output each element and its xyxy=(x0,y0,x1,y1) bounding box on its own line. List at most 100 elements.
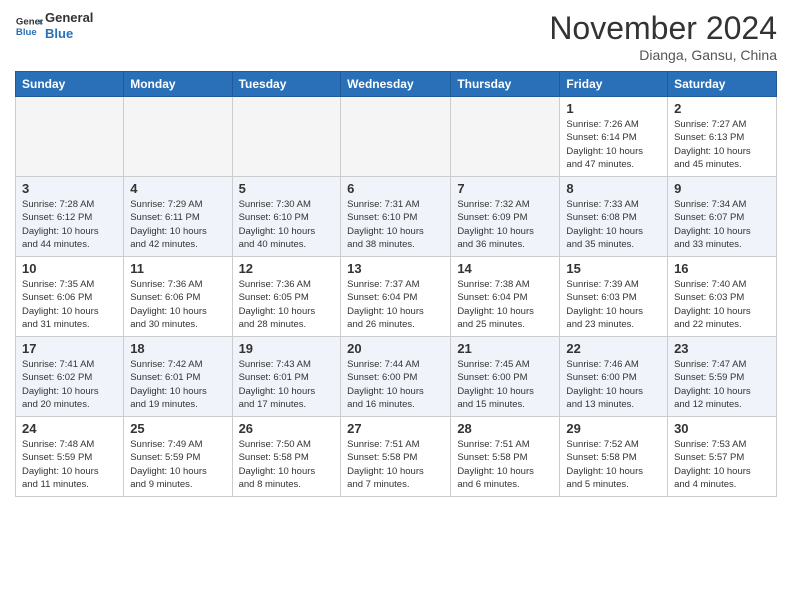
day-number: 6 xyxy=(347,181,444,196)
calendar-cell: 29 Sunrise: 7:52 AM Sunset: 5:58 PM Dayli… xyxy=(560,417,668,497)
day-info: Sunrise: 7:51 AM Sunset: 5:58 PM Dayligh… xyxy=(347,438,444,491)
calendar-cell: 9Sunrise: 7:34 AM Sunset: 6:07 PM Daylig… xyxy=(668,177,777,257)
day-number: 13 xyxy=(347,261,444,276)
calendar-cell: 27 Sunrise: 7:51 AM Sunset: 5:58 PM Dayli… xyxy=(341,417,451,497)
day-number: 15 xyxy=(566,261,661,276)
day-header-thursday: Thursday xyxy=(451,72,560,97)
day-number: 4 xyxy=(130,181,225,196)
calendar-cell: 7Sunrise: 7:32 AM Sunset: 6:09 PM Daylig… xyxy=(451,177,560,257)
day-info: Sunrise: 7:35 AM Sunset: 6:06 PM Dayligh… xyxy=(22,278,117,331)
calendar-cell: 24Sunrise: 7:48 AM Sunset: 5:59 PM Dayli… xyxy=(16,417,124,497)
day-number: 19 xyxy=(239,341,335,356)
day-number: 12 xyxy=(239,261,335,276)
calendar-cell: 19 Sunrise: 7:43 AM Sunset: 6:01 PM Dayli… xyxy=(232,337,341,417)
day-number: 5 xyxy=(239,181,335,196)
calendar-week-2: 10 Sunrise: 7:35 AM Sunset: 6:06 PM Dayli… xyxy=(16,257,777,337)
calendar-table: SundayMondayTuesdayWednesdayThursdayFrid… xyxy=(15,71,777,497)
calendar-week-3: 17 Sunrise: 7:41 AM Sunset: 6:02 PM Dayli… xyxy=(16,337,777,417)
day-number: 7 xyxy=(457,181,553,196)
calendar-cell: 17 Sunrise: 7:41 AM Sunset: 6:02 PM Dayli… xyxy=(16,337,124,417)
day-info: Sunrise: 7:50 AM Sunset: 5:58 PM Dayligh… xyxy=(239,438,335,491)
calendar-cell: 25 Sunrise: 7:49 AM Sunset: 5:59 PM Dayli… xyxy=(124,417,232,497)
day-info: Sunrise: 7:31 AM Sunset: 6:10 PM Dayligh… xyxy=(347,198,444,251)
calendar-header-row: SundayMondayTuesdayWednesdayThursdayFrid… xyxy=(16,72,777,97)
day-number: 2 xyxy=(674,101,770,116)
day-number: 11 xyxy=(130,261,225,276)
calendar-week-1: 3 Sunrise: 7:28 AM Sunset: 6:12 PM Daylig… xyxy=(16,177,777,257)
calendar-cell: 1 Sunrise: 7:26 AM Sunset: 6:14 PM Daylig… xyxy=(560,97,668,177)
day-number: 20 xyxy=(347,341,444,356)
logo-general: General xyxy=(45,10,93,26)
calendar-cell: 21Sunrise: 7:45 AM Sunset: 6:00 PM Dayli… xyxy=(451,337,560,417)
day-number: 30 xyxy=(674,421,770,436)
calendar-cell xyxy=(232,97,341,177)
calendar-cell: 6 Sunrise: 7:31 AM Sunset: 6:10 PM Daylig… xyxy=(341,177,451,257)
calendar-cell: 14 Sunrise: 7:38 AM Sunset: 6:04 PM Dayli… xyxy=(451,257,560,337)
day-number: 26 xyxy=(239,421,335,436)
day-info: Sunrise: 7:43 AM Sunset: 6:01 PM Dayligh… xyxy=(239,358,335,411)
day-number: 10 xyxy=(22,261,117,276)
calendar-cell: 23Sunrise: 7:47 AM Sunset: 5:59 PM Dayli… xyxy=(668,337,777,417)
calendar-cell: 26 Sunrise: 7:50 AM Sunset: 5:58 PM Dayli… xyxy=(232,417,341,497)
day-info: Sunrise: 7:30 AM Sunset: 6:10 PM Dayligh… xyxy=(239,198,335,251)
calendar-cell: 20 Sunrise: 7:44 AM Sunset: 6:00 PM Dayli… xyxy=(341,337,451,417)
logo-blue: Blue xyxy=(45,26,93,42)
day-header-wednesday: Wednesday xyxy=(341,72,451,97)
day-number: 22 xyxy=(566,341,661,356)
calendar-cell: 2 Sunrise: 7:27 AM Sunset: 6:13 PM Daylig… xyxy=(668,97,777,177)
logo-icon: General Blue xyxy=(15,12,43,40)
svg-text:Blue: Blue xyxy=(16,26,37,37)
day-info: Sunrise: 7:40 AM Sunset: 6:03 PM Dayligh… xyxy=(674,278,770,331)
calendar-cell: 18 Sunrise: 7:42 AM Sunset: 6:01 PM Dayli… xyxy=(124,337,232,417)
day-info: Sunrise: 7:39 AM Sunset: 6:03 PM Dayligh… xyxy=(566,278,661,331)
day-number: 21 xyxy=(457,341,553,356)
calendar-cell: 10 Sunrise: 7:35 AM Sunset: 6:06 PM Dayli… xyxy=(16,257,124,337)
day-number: 8 xyxy=(566,181,661,196)
month-title: November 2024 xyxy=(549,10,777,47)
calendar-cell: 30 Sunrise: 7:53 AM Sunset: 5:57 PM Dayli… xyxy=(668,417,777,497)
day-info: Sunrise: 7:37 AM Sunset: 6:04 PM Dayligh… xyxy=(347,278,444,331)
day-info: Sunrise: 7:53 AM Sunset: 5:57 PM Dayligh… xyxy=(674,438,770,491)
location: Dianga, Gansu, China xyxy=(549,47,777,63)
day-info: Sunrise: 7:29 AM Sunset: 6:11 PM Dayligh… xyxy=(130,198,225,251)
calendar-cell: 8 Sunrise: 7:33 AM Sunset: 6:08 PM Daylig… xyxy=(560,177,668,257)
day-info: Sunrise: 7:44 AM Sunset: 6:00 PM Dayligh… xyxy=(347,358,444,411)
day-number: 27 xyxy=(347,421,444,436)
calendar-cell xyxy=(451,97,560,177)
calendar-cell: 11 Sunrise: 7:36 AM Sunset: 6:06 PM Dayli… xyxy=(124,257,232,337)
day-number: 25 xyxy=(130,421,225,436)
day-number: 3 xyxy=(22,181,117,196)
calendar-cell: 16Sunrise: 7:40 AM Sunset: 6:03 PM Dayli… xyxy=(668,257,777,337)
day-number: 23 xyxy=(674,341,770,356)
day-info: Sunrise: 7:26 AM Sunset: 6:14 PM Dayligh… xyxy=(566,118,661,171)
calendar-cell: 22Sunrise: 7:46 AM Sunset: 6:00 PM Dayli… xyxy=(560,337,668,417)
day-info: Sunrise: 7:28 AM Sunset: 6:12 PM Dayligh… xyxy=(22,198,117,251)
day-number: 29 xyxy=(566,421,661,436)
page: General Blue General Blue November 2024 … xyxy=(0,0,792,512)
calendar-cell: 3 Sunrise: 7:28 AM Sunset: 6:12 PM Daylig… xyxy=(16,177,124,257)
day-header-tuesday: Tuesday xyxy=(232,72,341,97)
day-info: Sunrise: 7:36 AM Sunset: 6:05 PM Dayligh… xyxy=(239,278,335,331)
day-info: Sunrise: 7:33 AM Sunset: 6:08 PM Dayligh… xyxy=(566,198,661,251)
day-info: Sunrise: 7:52 AM Sunset: 5:58 PM Dayligh… xyxy=(566,438,661,491)
day-info: Sunrise: 7:36 AM Sunset: 6:06 PM Dayligh… xyxy=(130,278,225,331)
day-info: Sunrise: 7:49 AM Sunset: 5:59 PM Dayligh… xyxy=(130,438,225,491)
day-header-sunday: Sunday xyxy=(16,72,124,97)
day-number: 17 xyxy=(22,341,117,356)
day-info: Sunrise: 7:51 AM Sunset: 5:58 PM Dayligh… xyxy=(457,438,553,491)
svg-text:General: General xyxy=(16,16,43,27)
header: General Blue General Blue November 2024 … xyxy=(15,10,777,63)
calendar-cell: 5 Sunrise: 7:30 AM Sunset: 6:10 PM Daylig… xyxy=(232,177,341,257)
calendar-week-4: 24Sunrise: 7:48 AM Sunset: 5:59 PM Dayli… xyxy=(16,417,777,497)
day-number: 14 xyxy=(457,261,553,276)
calendar-cell: 4 Sunrise: 7:29 AM Sunset: 6:11 PM Daylig… xyxy=(124,177,232,257)
day-number: 1 xyxy=(566,101,661,116)
day-info: Sunrise: 7:41 AM Sunset: 6:02 PM Dayligh… xyxy=(22,358,117,411)
day-number: 18 xyxy=(130,341,225,356)
day-header-saturday: Saturday xyxy=(668,72,777,97)
day-info: Sunrise: 7:27 AM Sunset: 6:13 PM Dayligh… xyxy=(674,118,770,171)
calendar-cell: 28Sunrise: 7:51 AM Sunset: 5:58 PM Dayli… xyxy=(451,417,560,497)
day-number: 9 xyxy=(674,181,770,196)
day-info: Sunrise: 7:42 AM Sunset: 6:01 PM Dayligh… xyxy=(130,358,225,411)
day-info: Sunrise: 7:38 AM Sunset: 6:04 PM Dayligh… xyxy=(457,278,553,331)
